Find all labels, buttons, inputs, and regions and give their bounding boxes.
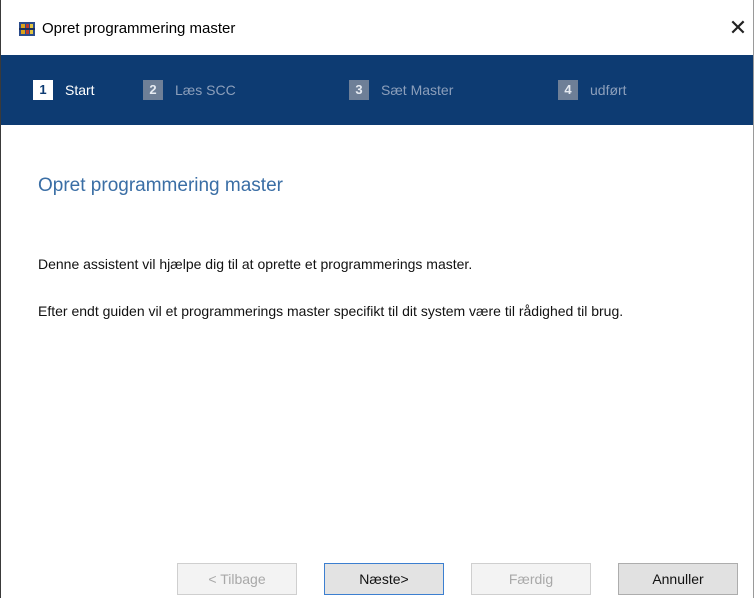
next-button[interactable]: Næste> xyxy=(324,563,444,595)
step-number: 3 xyxy=(349,80,369,100)
finish-button[interactable]: Færdig xyxy=(471,563,591,595)
step-label: udført xyxy=(590,82,627,98)
step-start: 1 Start xyxy=(33,80,95,100)
step-number: 4 xyxy=(558,80,578,100)
app-icon xyxy=(18,20,36,38)
wizard-content: Opret programmering master Denne assiste… xyxy=(1,125,753,555)
title-bar: Opret programmering master ✕ xyxy=(1,0,753,55)
step-read-scc: 2 Læs SCC xyxy=(143,80,236,100)
back-button[interactable]: < Tilbage xyxy=(177,563,297,595)
step-label: Start xyxy=(65,82,95,98)
step-set-master: 3 Sæt Master xyxy=(349,80,453,100)
step-done: 4 udført xyxy=(558,80,627,100)
close-icon[interactable]: ✕ xyxy=(723,12,753,46)
step-number: 2 xyxy=(143,80,163,100)
window-title: Opret programmering master xyxy=(42,20,236,37)
wizard-window: Opret programmering master ✕ 1 Start 2 L… xyxy=(0,0,754,598)
step-bar: 1 Start 2 Læs SCC 3 Sæt Master 4 udført xyxy=(1,55,753,125)
step-label: Læs SCC xyxy=(175,82,236,98)
description-text: Efter endt guiden vil et programmerings … xyxy=(38,303,624,319)
step-number: 1 xyxy=(33,80,53,100)
page-title: Opret programmering master xyxy=(38,175,283,196)
cancel-button[interactable]: Annuller xyxy=(618,563,738,595)
intro-text: Denne assistent vil hjælpe dig til at op… xyxy=(38,256,473,272)
step-label: Sæt Master xyxy=(381,82,454,98)
